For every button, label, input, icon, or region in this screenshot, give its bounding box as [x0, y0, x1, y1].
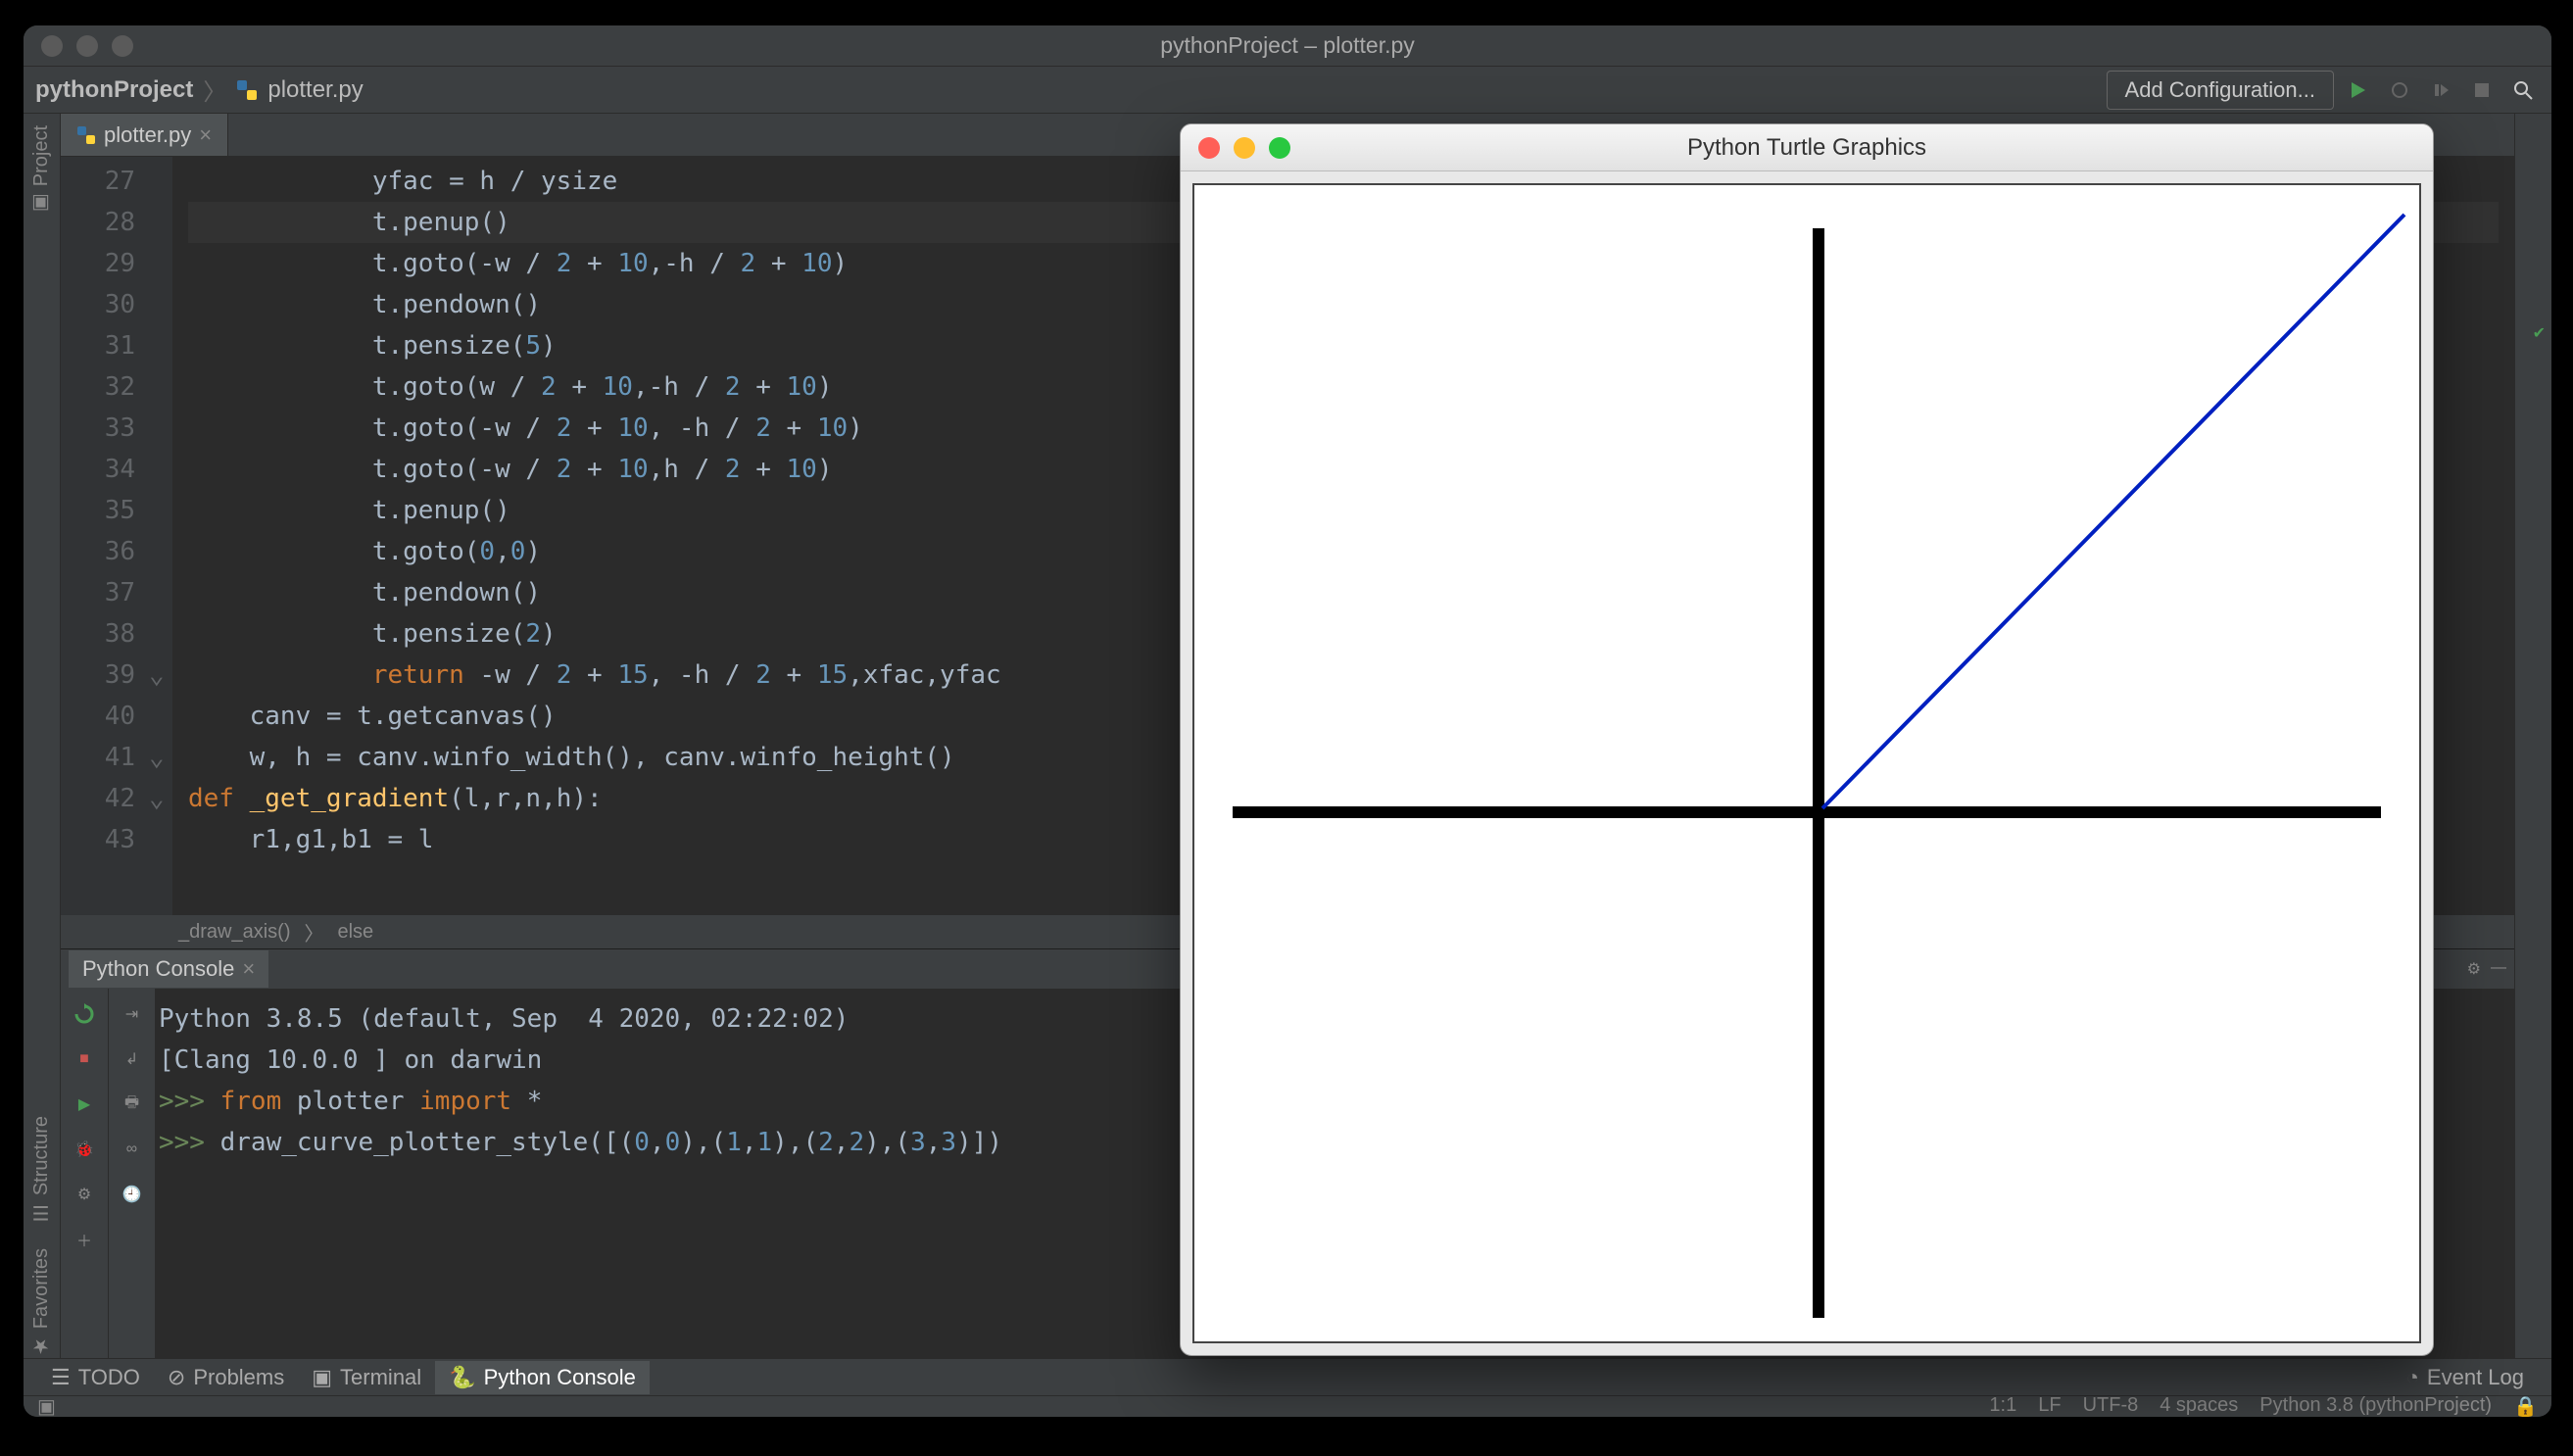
console-left-icons: ■ ▶ 🐞 ⚙ ＋ [61, 989, 108, 1370]
turtle-drawing [1194, 185, 2419, 1341]
terminal-button[interactable]: ▣ Terminal [298, 1361, 435, 1394]
bottom-tool-bar: ☰ TODO ⊘ Problems ▣ Terminal 🐍 Python Co… [24, 1358, 2551, 1395]
left-sidebar: ▣Project ☰Structure ★Favorites [24, 114, 61, 1370]
show-vars-icon[interactable]: ∞ [117, 1134, 148, 1165]
breadcrumb-file[interactable]: plotter.py [267, 76, 363, 104]
bc-b[interactable]: else [337, 921, 373, 944]
python-console-tab[interactable]: Python Console × [69, 950, 268, 988]
turtle-canvas [1192, 183, 2421, 1343]
scroll-icon[interactable]: ⇥ [117, 998, 148, 1030]
breadcrumb-project[interactable]: pythonProject [35, 76, 193, 104]
turtle-titlebar[interactable]: Python Turtle Graphics [1181, 124, 2433, 171]
stop-console-icon[interactable]: ■ [69, 1043, 100, 1075]
editor-tab[interactable]: plotter.py × [61, 114, 228, 156]
print-icon[interactable]: 🖶 [117, 1089, 148, 1120]
structure-tool-window-button[interactable]: ☰Structure [24, 1104, 60, 1237]
close-icon[interactable]: × [199, 122, 212, 148]
fold-gutter[interactable]: ⌄ ⌄⌄ [149, 157, 172, 915]
console-left-icons2: ⇥ ↲ 🖶 ∞ 🕘 [108, 989, 155, 1370]
status-bar: ▣ 1:1 LF UTF-8 4 spaces Python 3.8 (pyth… [24, 1395, 2551, 1417]
add-configuration-button[interactable]: Add Configuration... [2107, 71, 2334, 110]
run-console-icon[interactable]: ▶ [69, 1089, 100, 1120]
lock-icon[interactable]: 🔒 [2513, 1394, 2538, 1417]
window-title: pythonProject – plotter.py [24, 32, 2551, 59]
tool-windows-icon[interactable]: ▣ [37, 1394, 56, 1417]
history-icon[interactable]: 🕘 [117, 1179, 148, 1210]
inspection-ok-icon[interactable]: ✔ [2533, 323, 2546, 343]
favorites-tool-window-button[interactable]: ★Favorites [24, 1237, 60, 1370]
indent[interactable]: 4 spaces [2160, 1394, 2238, 1417]
attach-debug-icon[interactable]: 🐞 [69, 1134, 100, 1165]
project-tool-window-button[interactable]: ▣Project [24, 114, 60, 227]
navigation-bar: pythonProject 〉 plotter.py Add Configura… [24, 67, 2551, 114]
titlebar: pythonProject – plotter.py [24, 25, 2551, 67]
rerun-icon[interactable] [69, 998, 100, 1030]
chevron-right-icon: 〉 [304, 918, 323, 946]
turtle-title: Python Turtle Graphics [1181, 134, 2433, 162]
chevron-right-icon: 〉 [203, 73, 226, 107]
breadcrumb[interactable]: pythonProject 〉 plotter.py [35, 73, 364, 107]
close-icon[interactable]: × [242, 956, 255, 982]
run-icon[interactable] [2342, 73, 2375, 107]
stop-icon[interactable] [2465, 73, 2499, 107]
debug-icon[interactable] [2383, 73, 2416, 107]
line-ending[interactable]: LF [2038, 1394, 2061, 1417]
search-icon[interactable] [2506, 73, 2540, 107]
python-console-button[interactable]: 🐍 Python Console [435, 1361, 650, 1394]
python-file-icon [236, 79, 258, 101]
problems-button[interactable]: ⊘ Problems [154, 1361, 298, 1394]
todo-button[interactable]: ☰ TODO [37, 1361, 154, 1394]
gear-icon[interactable]: ⚙ [2467, 959, 2481, 979]
caret-pos[interactable]: 1:1 [1989, 1394, 2016, 1417]
line-number-gutter: 2728293031323334353637383940414243 [61, 157, 149, 915]
right-sidebar: ✔ [2514, 114, 2551, 1370]
event-log-button[interactable]: ◔ Event Log [2393, 1361, 2538, 1394]
tab-label: plotter.py [104, 122, 191, 148]
python-file-icon [76, 125, 96, 145]
encoding[interactable]: UTF-8 [2083, 1394, 2139, 1417]
minimize-icon[interactable]: — [2491, 959, 2506, 979]
more-run-icon[interactable] [2424, 73, 2457, 107]
turtle-window[interactable]: Python Turtle Graphics [1180, 123, 2434, 1356]
bc-a[interactable]: _draw_axis() [178, 921, 290, 944]
interpreter[interactable]: Python 3.8 (pythonProject) [2259, 1394, 2492, 1417]
soft-wrap-icon[interactable]: ↲ [117, 1043, 148, 1075]
settings-icon[interactable]: ⚙ [69, 1179, 100, 1210]
new-console-icon[interactable]: ＋ [69, 1224, 100, 1255]
